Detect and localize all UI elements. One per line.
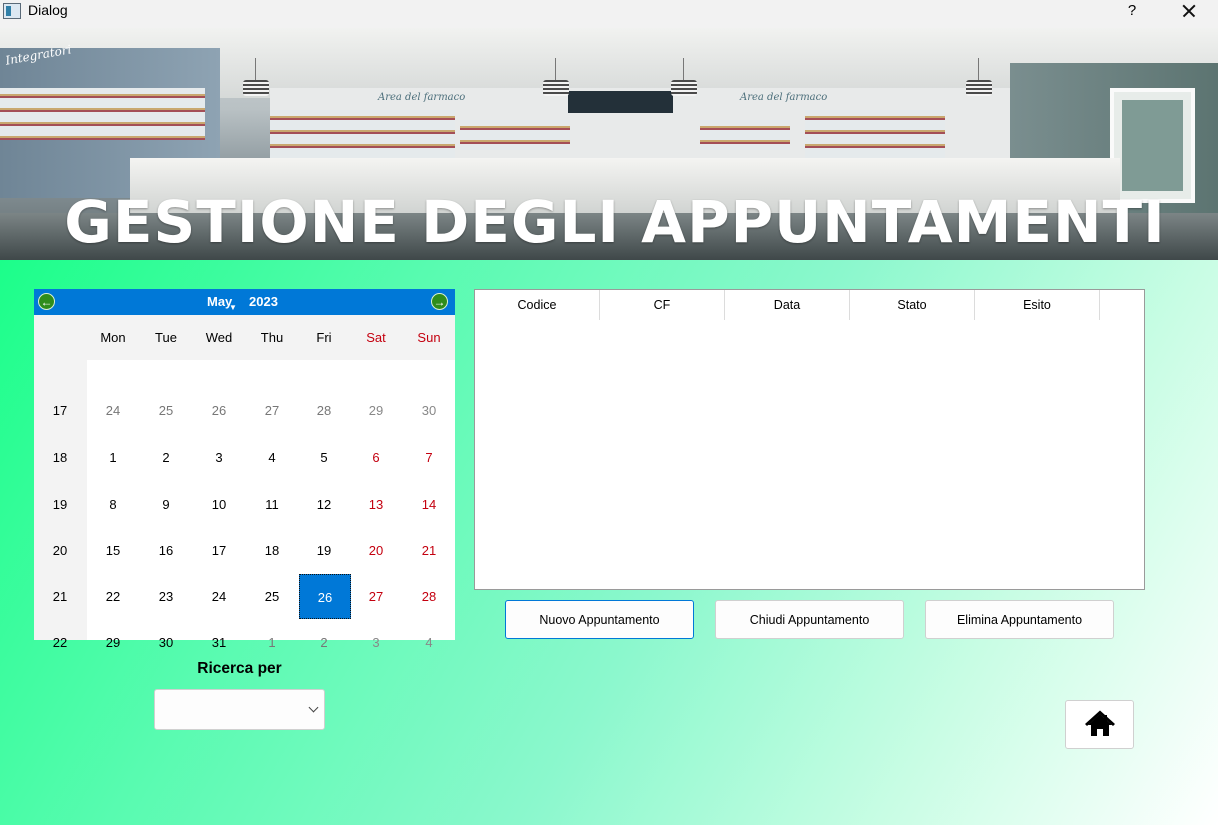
column-header-data[interactable]: Data xyxy=(725,290,850,320)
calendar-day[interactable]: 1 xyxy=(87,450,139,465)
calendar-day[interactable]: 26 xyxy=(193,403,245,418)
calendar-day[interactable]: 16 xyxy=(140,543,192,558)
calendar-day[interactable]: 29 xyxy=(350,403,402,418)
calendar-day[interactable]: 27 xyxy=(350,589,402,604)
calendar-day[interactable]: 22 xyxy=(87,589,139,604)
calendar-day-selected[interactable]: 26 xyxy=(299,574,351,619)
close-button[interactable] xyxy=(1176,0,1202,22)
calendar-day[interactable]: 30 xyxy=(140,635,192,650)
lamp-icon xyxy=(243,58,269,96)
calendar-dow: Mon xyxy=(100,330,126,345)
calendar-day[interactable]: 3 xyxy=(193,450,245,465)
calendar-day[interactable]: 15 xyxy=(87,543,139,558)
search-criteria-select[interactable] xyxy=(154,689,325,730)
calendar-year[interactable]: 2023 xyxy=(249,294,278,309)
header-banner: Integratori Area del farmaco Area del fa… xyxy=(0,28,1218,260)
calendar-day[interactable]: 9 xyxy=(140,497,192,512)
calendar-day[interactable]: 28 xyxy=(298,403,350,418)
calendar-day[interactable]: 12 xyxy=(298,497,350,512)
page-title: GESTIONE DEGLI APPUNTAMENTI xyxy=(64,188,1166,256)
new-appointment-button[interactable]: Nuovo Appuntamento xyxy=(505,600,694,639)
calendar-day[interactable]: 2 xyxy=(140,450,192,465)
calendar-day[interactable]: 21 xyxy=(403,543,455,558)
lamp-icon xyxy=(966,58,992,96)
banner-shelf xyxy=(270,110,455,162)
banner-screen xyxy=(568,91,673,113)
home-icon xyxy=(1085,710,1115,736)
calendar-day[interactable]: 24 xyxy=(87,403,139,418)
banner-shelf xyxy=(460,120,570,150)
calendar-day[interactable]: 28 xyxy=(403,589,455,604)
calendar-day[interactable]: 31 xyxy=(193,635,245,650)
banner-sign-center: Area del farmaco xyxy=(378,92,466,103)
calendar-dow: Tue xyxy=(155,330,177,345)
delete-appointment-button[interactable]: Elimina Appuntamento xyxy=(925,600,1114,639)
week-number: 22 xyxy=(52,635,68,650)
week-number: 18 xyxy=(52,450,68,465)
banner-shelf xyxy=(700,120,790,150)
chevron-down-icon xyxy=(308,702,319,713)
calendar-day[interactable]: 24 xyxy=(193,589,245,604)
appointments-table[interactable]: Codice CF Data Stato Esito xyxy=(474,289,1145,590)
week-number: 19 xyxy=(52,497,68,512)
calendar-day[interactable]: 23 xyxy=(140,589,192,604)
column-header-codice[interactable]: Codice xyxy=(475,290,600,320)
calendar-day[interactable]: 10 xyxy=(193,497,245,512)
calendar-day[interactable]: 20 xyxy=(350,543,402,558)
home-button[interactable] xyxy=(1065,700,1134,749)
week-number: 21 xyxy=(52,589,68,604)
calendar-day[interactable]: 5 xyxy=(298,450,350,465)
column-header-esito[interactable]: Esito xyxy=(975,290,1100,320)
banner-shelf xyxy=(0,88,205,140)
calendar-day[interactable]: 25 xyxy=(140,403,192,418)
search-label: Ricerca per xyxy=(197,660,282,677)
calendar-day[interactable]: 29 xyxy=(87,635,139,650)
column-header-cf[interactable]: CF xyxy=(600,290,725,320)
calendar-dow: Sat xyxy=(366,330,386,345)
calendar-day[interactable]: 2 xyxy=(298,635,350,650)
window-title: Dialog xyxy=(28,2,68,18)
calendar-day[interactable]: 7 xyxy=(403,450,455,465)
lamp-icon xyxy=(671,58,697,96)
calendar-nav-bar: ← May ▼ 2023 → xyxy=(34,289,455,315)
calendar-day[interactable]: 25 xyxy=(246,589,298,604)
calendar-day[interactable]: 4 xyxy=(246,450,298,465)
calendar-day[interactable]: 1 xyxy=(246,635,298,650)
week-number: 20 xyxy=(52,543,68,558)
calendar-grid: Mon Tue Wed Thu Fri Sat Sun 17 24 25 26 … xyxy=(34,315,455,650)
arrow-right-icon[interactable]: → xyxy=(431,293,448,310)
calendar-day[interactable]: 27 xyxy=(246,403,298,418)
calendar-day[interactable]: 30 xyxy=(403,403,455,418)
calendar-day[interactable]: 18 xyxy=(246,543,298,558)
calendar-days-header: Mon Tue Wed Thu Fri Sat Sun xyxy=(34,315,455,360)
banner-door xyxy=(1110,88,1195,203)
help-button[interactable]: ? xyxy=(1120,0,1144,22)
calendar-day[interactable]: 8 xyxy=(87,497,139,512)
banner-shelf xyxy=(805,110,945,162)
calendar-day[interactable]: 13 xyxy=(350,497,402,512)
calendar-day[interactable]: 4 xyxy=(403,635,455,650)
calendar-day[interactable]: 3 xyxy=(350,635,402,650)
arrow-left-icon[interactable]: ← xyxy=(38,293,55,310)
calendar-day[interactable]: 6 xyxy=(350,450,402,465)
calendar-day[interactable]: 19 xyxy=(298,543,350,558)
calendar-day[interactable]: 11 xyxy=(246,497,298,512)
calendar-day[interactable]: 17 xyxy=(193,543,245,558)
chevron-down-icon: ▼ xyxy=(229,303,237,312)
calendar-dow: Sun xyxy=(417,330,441,345)
column-header-stato[interactable]: Stato xyxy=(850,290,975,320)
lamp-icon xyxy=(543,58,569,96)
week-number: 17 xyxy=(52,403,68,418)
calendar-widget[interactable]: ← May ▼ 2023 → Mon Tue Wed Thu Fri Sat S… xyxy=(34,289,455,650)
calendar-dow: Thu xyxy=(260,330,284,345)
calendar-dow: Fri xyxy=(316,330,332,345)
banner-sign-right: Area del farmaco xyxy=(740,92,828,103)
calendar-dow: Wed xyxy=(205,330,233,345)
window-titlebar: Dialog ? xyxy=(0,0,1218,28)
app-icon xyxy=(3,3,21,19)
close-appointment-button[interactable]: Chiudi Appuntamento xyxy=(715,600,904,639)
calendar-day[interactable]: 14 xyxy=(403,497,455,512)
